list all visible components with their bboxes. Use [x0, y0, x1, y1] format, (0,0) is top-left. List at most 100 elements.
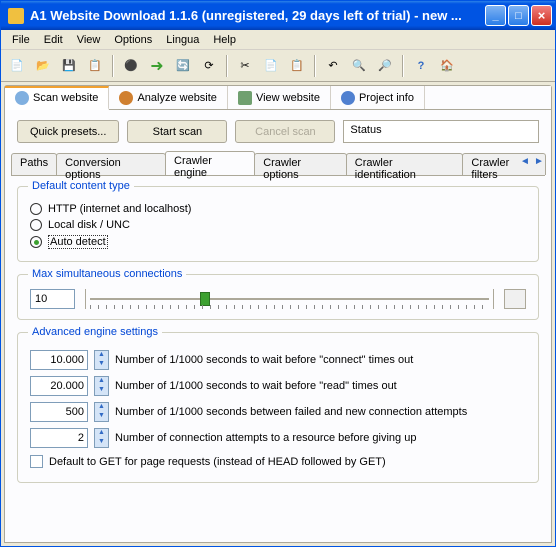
group-title: Advanced engine settings — [28, 326, 162, 338]
radio-icon — [30, 236, 42, 248]
menu-lingua[interactable]: Lingua — [159, 32, 206, 48]
spin-down-icon[interactable]: ▼ — [95, 386, 108, 395]
slider-track — [90, 298, 489, 300]
tab-scan-website[interactable]: Scan website — [5, 86, 109, 110]
radio-icon — [30, 219, 42, 231]
subtab-crawler-options[interactable]: Crawler options — [254, 153, 347, 175]
radio-label: HTTP (internet and localhost) — [48, 203, 191, 215]
spinner-buttons[interactable]: ▲▼ — [94, 402, 109, 422]
menu-view[interactable]: View — [70, 32, 108, 48]
radio-auto-detect[interactable]: Auto detect — [30, 233, 526, 251]
separator — [112, 55, 114, 77]
field-label: Number of 1/1000 seconds to wait before … — [115, 380, 397, 392]
view-icon — [238, 91, 252, 105]
saveas-icon[interactable]: 📋 — [83, 54, 107, 78]
connect-timeout-input[interactable] — [30, 350, 88, 370]
analyze-icon — [119, 91, 133, 105]
menu-edit[interactable]: Edit — [37, 32, 70, 48]
undo-icon[interactable]: ↶ — [321, 54, 345, 78]
menubar: File Edit View Options Lingua Help — [1, 30, 555, 50]
spin-down-icon[interactable]: ▼ — [95, 412, 108, 421]
tab-label: Project info — [359, 92, 414, 104]
main-tabstrip: Scan website Analyze website View websit… — [5, 86, 551, 110]
refresh-icon[interactable]: 🔄 — [171, 54, 195, 78]
spinner-buttons[interactable]: ▲▼ — [94, 428, 109, 448]
spinner-buttons[interactable]: ▲▼ — [94, 376, 109, 396]
save-icon[interactable]: 💾 — [57, 54, 81, 78]
stop-icon[interactable]: ⟳ — [197, 54, 221, 78]
max-connections-group: Max simultaneous connections — [17, 274, 539, 320]
go-icon[interactable]: ➜ — [145, 54, 169, 78]
window-title: A1 Website Download 1.1.6 (unregistered,… — [28, 8, 483, 23]
app-icon — [8, 8, 24, 24]
home-icon[interactable]: 🏠 — [435, 54, 459, 78]
separator — [402, 55, 404, 77]
group-title: Max simultaneous connections — [28, 268, 186, 280]
radio-label: Auto detect — [48, 235, 108, 249]
copy-icon[interactable]: 📄 — [259, 54, 283, 78]
subtab-crawler-engine[interactable]: Crawler engine — [165, 151, 255, 175]
spin-up-icon[interactable]: ▲ — [95, 351, 108, 360]
max-connections-slider[interactable] — [85, 289, 494, 309]
paste-icon[interactable]: 📋 — [285, 54, 309, 78]
retry-attempts-input[interactable] — [30, 428, 88, 448]
tab-project-info[interactable]: Project info — [331, 86, 425, 109]
slider-end-icon[interactable] — [504, 289, 526, 309]
info-icon — [341, 91, 355, 105]
new-icon[interactable]: 📄 — [5, 54, 29, 78]
menu-file[interactable]: File — [5, 32, 37, 48]
record-icon[interactable]: ⚫ — [119, 54, 143, 78]
spinner-buttons[interactable]: ▲▼ — [94, 350, 109, 370]
subtab-conversion-options[interactable]: Conversion options — [56, 153, 166, 175]
tab-view-website[interactable]: View website — [228, 86, 331, 109]
tab-scroll-left-icon[interactable]: ◄ — [519, 156, 531, 170]
tab-scroll-right-icon[interactable]: ► — [533, 156, 545, 170]
toolbar: 📄 📂 💾 📋 ⚫ ➜ 🔄 ⟳ ✂ 📄 📋 ↶ 🔍 🔎 ? 🏠 — [1, 50, 555, 82]
help-icon[interactable]: ? — [409, 54, 433, 78]
spin-down-icon[interactable]: ▼ — [95, 360, 108, 369]
subtab-paths[interactable]: Paths — [11, 153, 57, 175]
cancel-scan-button: Cancel scan — [235, 120, 335, 143]
checkbox-label: Default to GET for page requests (instea… — [49, 456, 386, 468]
advanced-engine-group: Advanced engine settings ▲▼ Number of 1/… — [17, 332, 539, 483]
field-label: Number of connection attempts to a resou… — [115, 432, 416, 444]
open-icon[interactable]: 📂 — [31, 54, 55, 78]
separator — [226, 55, 228, 77]
action-row: Quick presets... Start scan Cancel scan … — [5, 110, 551, 153]
radio-label: Local disk / UNC — [48, 219, 130, 231]
menu-options[interactable]: Options — [107, 32, 159, 48]
menu-help[interactable]: Help — [206, 32, 243, 48]
default-content-type-group: Default content type HTTP (internet and … — [17, 186, 539, 262]
cut-icon[interactable]: ✂ — [233, 54, 257, 78]
field-label: Number of 1/1000 seconds to wait before … — [115, 354, 413, 366]
titlebar[interactable]: A1 Website Download 1.1.6 (unregistered,… — [1, 1, 555, 30]
sub-tabstrip: Paths Conversion options Crawler engine … — [5, 153, 551, 175]
crawler-engine-panel: Default content type HTTP (internet and … — [11, 175, 545, 536]
radio-http[interactable]: HTTP (internet and localhost) — [30, 201, 526, 217]
quick-presets-button[interactable]: Quick presets... — [17, 120, 119, 143]
default-get-checkbox[interactable] — [30, 455, 43, 468]
subtab-crawler-identification[interactable]: Crawler identification — [346, 153, 464, 175]
tab-analyze-website[interactable]: Analyze website — [109, 86, 228, 109]
radio-icon — [30, 203, 42, 215]
slider-ticks — [90, 305, 489, 309]
findnext-icon[interactable]: 🔎 — [373, 54, 397, 78]
max-connections-input[interactable] — [30, 289, 75, 309]
spin-up-icon[interactable]: ▲ — [95, 377, 108, 386]
close-button[interactable]: × — [531, 5, 552, 26]
group-title: Default content type — [28, 180, 134, 192]
minimize-button[interactable]: _ — [485, 5, 506, 26]
retry-delay-input[interactable] — [30, 402, 88, 422]
find-icon[interactable]: 🔍 — [347, 54, 371, 78]
read-timeout-input[interactable] — [30, 376, 88, 396]
spin-up-icon[interactable]: ▲ — [95, 429, 108, 438]
spin-down-icon[interactable]: ▼ — [95, 438, 108, 447]
start-scan-button[interactable]: Start scan — [127, 120, 227, 143]
tab-label: Analyze website — [137, 92, 217, 104]
tab-label: View website — [256, 92, 320, 104]
search-icon — [15, 91, 29, 105]
spin-up-icon[interactable]: ▲ — [95, 403, 108, 412]
slider-thumb[interactable] — [200, 292, 210, 306]
radio-local-disk[interactable]: Local disk / UNC — [30, 217, 526, 233]
maximize-button[interactable]: □ — [508, 5, 529, 26]
